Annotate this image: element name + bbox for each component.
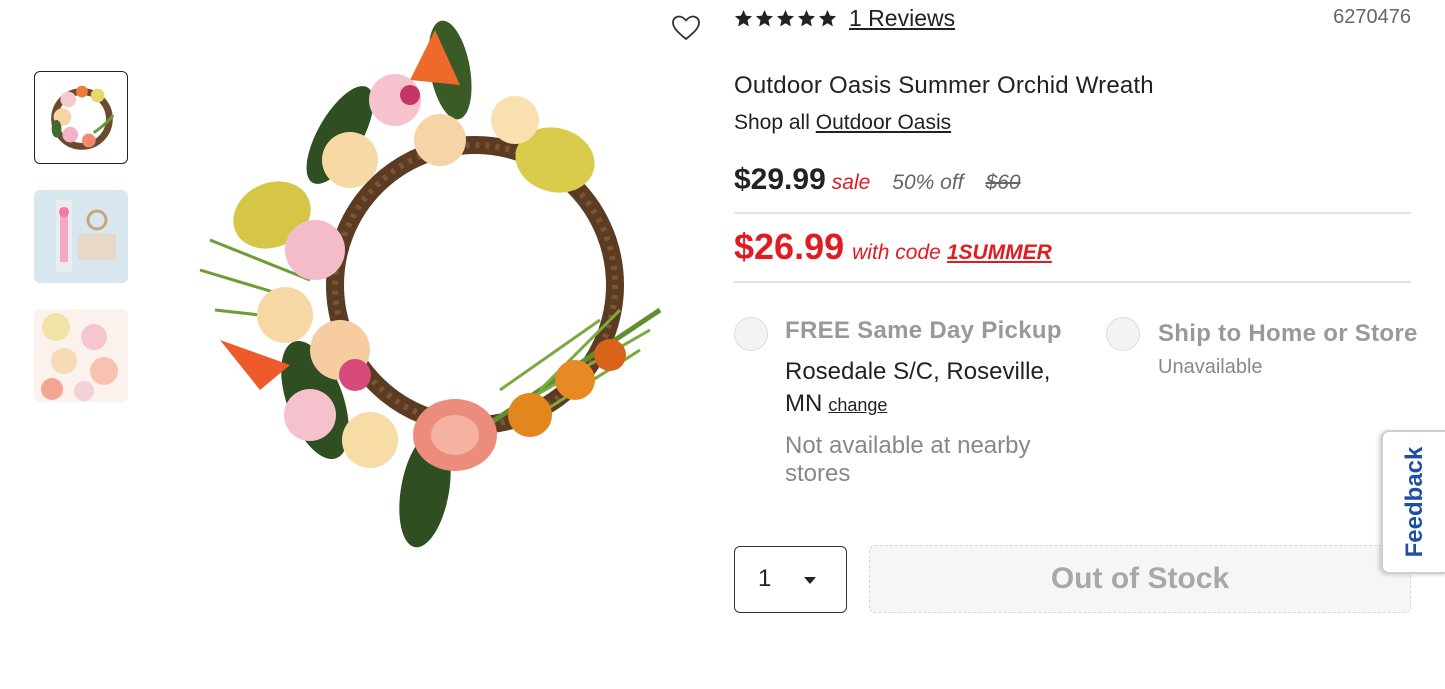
star-filled-icon xyxy=(818,9,837,26)
add-to-wishlist-button[interactable] xyxy=(671,14,701,42)
main-product-image[interactable] xyxy=(180,10,680,555)
pickup-radio[interactable] xyxy=(734,317,768,351)
original-price: $60 xyxy=(985,171,1021,194)
divider xyxy=(734,212,1411,214)
shop-all-prefix: Shop all xyxy=(734,111,810,134)
pickup-availability: Not available at nearby stores xyxy=(785,432,1031,487)
promo-code-link[interactable]: 1SUMMER xyxy=(947,241,1052,265)
reviews-link[interactable]: 1 Reviews xyxy=(849,5,955,32)
star-rating xyxy=(734,9,837,28)
store-line-2: MN xyxy=(785,390,823,417)
feedback-label: Feedback xyxy=(1401,446,1428,558)
heart-outline-icon xyxy=(672,15,700,40)
star-filled-icon xyxy=(797,9,816,26)
quantity-select[interactable]: 1 xyxy=(734,546,847,613)
out-of-stock-button[interactable]: Out of Stock xyxy=(869,545,1411,613)
ship-status: Unavailable xyxy=(1158,356,1263,378)
thumbnail-closeup-image xyxy=(34,309,128,402)
feedback-tab[interactable]: Feedback xyxy=(1381,430,1445,574)
star-filled-icon xyxy=(734,9,753,26)
promo-with-text: with code xyxy=(852,241,941,264)
thumbnail-wreath-image xyxy=(51,85,115,150)
pickup-title: FREE Same Day Pickup xyxy=(785,317,1062,344)
shop-all-line: Shop all Outdoor Oasis xyxy=(734,111,951,135)
store-line-1: Rosedale S/C, Roseville, xyxy=(785,358,1051,385)
change-store-link[interactable]: change xyxy=(828,395,887,415)
sale-price: $29.99 xyxy=(734,163,826,196)
thumbnail-packaging-image xyxy=(34,190,128,283)
star-filled-icon xyxy=(776,9,795,26)
thumbnail-2[interactable] xyxy=(34,190,128,283)
price-row: $29.99 sale 50% off $60 xyxy=(734,163,1021,197)
wreath-illustration xyxy=(199,20,662,548)
sale-label: sale xyxy=(831,171,871,194)
promo-price: $26.99 xyxy=(734,226,845,267)
ship-title: Ship to Home or Store xyxy=(1158,320,1418,347)
web-id: 6270476 xyxy=(1333,6,1411,28)
ship-radio[interactable] xyxy=(1106,317,1140,351)
product-title: Outdoor Oasis Summer Orchid Wreath xyxy=(734,72,1154,99)
thumbnail-3[interactable] xyxy=(34,309,128,402)
rating-summary: 1 Reviews xyxy=(734,4,955,32)
star-filled-icon xyxy=(755,9,774,26)
percent-off: 50% off xyxy=(892,171,964,194)
thumbnail-1[interactable] xyxy=(34,71,128,164)
brand-link[interactable]: Outdoor Oasis xyxy=(816,111,951,134)
caret-down-icon xyxy=(804,577,816,584)
promo-row: $26.99 with code 1SUMMER xyxy=(734,226,1052,268)
quantity-value: 1 xyxy=(758,565,772,592)
divider xyxy=(734,281,1411,283)
pickup-store: Rosedale S/C, Roseville, MN change xyxy=(785,356,1075,421)
